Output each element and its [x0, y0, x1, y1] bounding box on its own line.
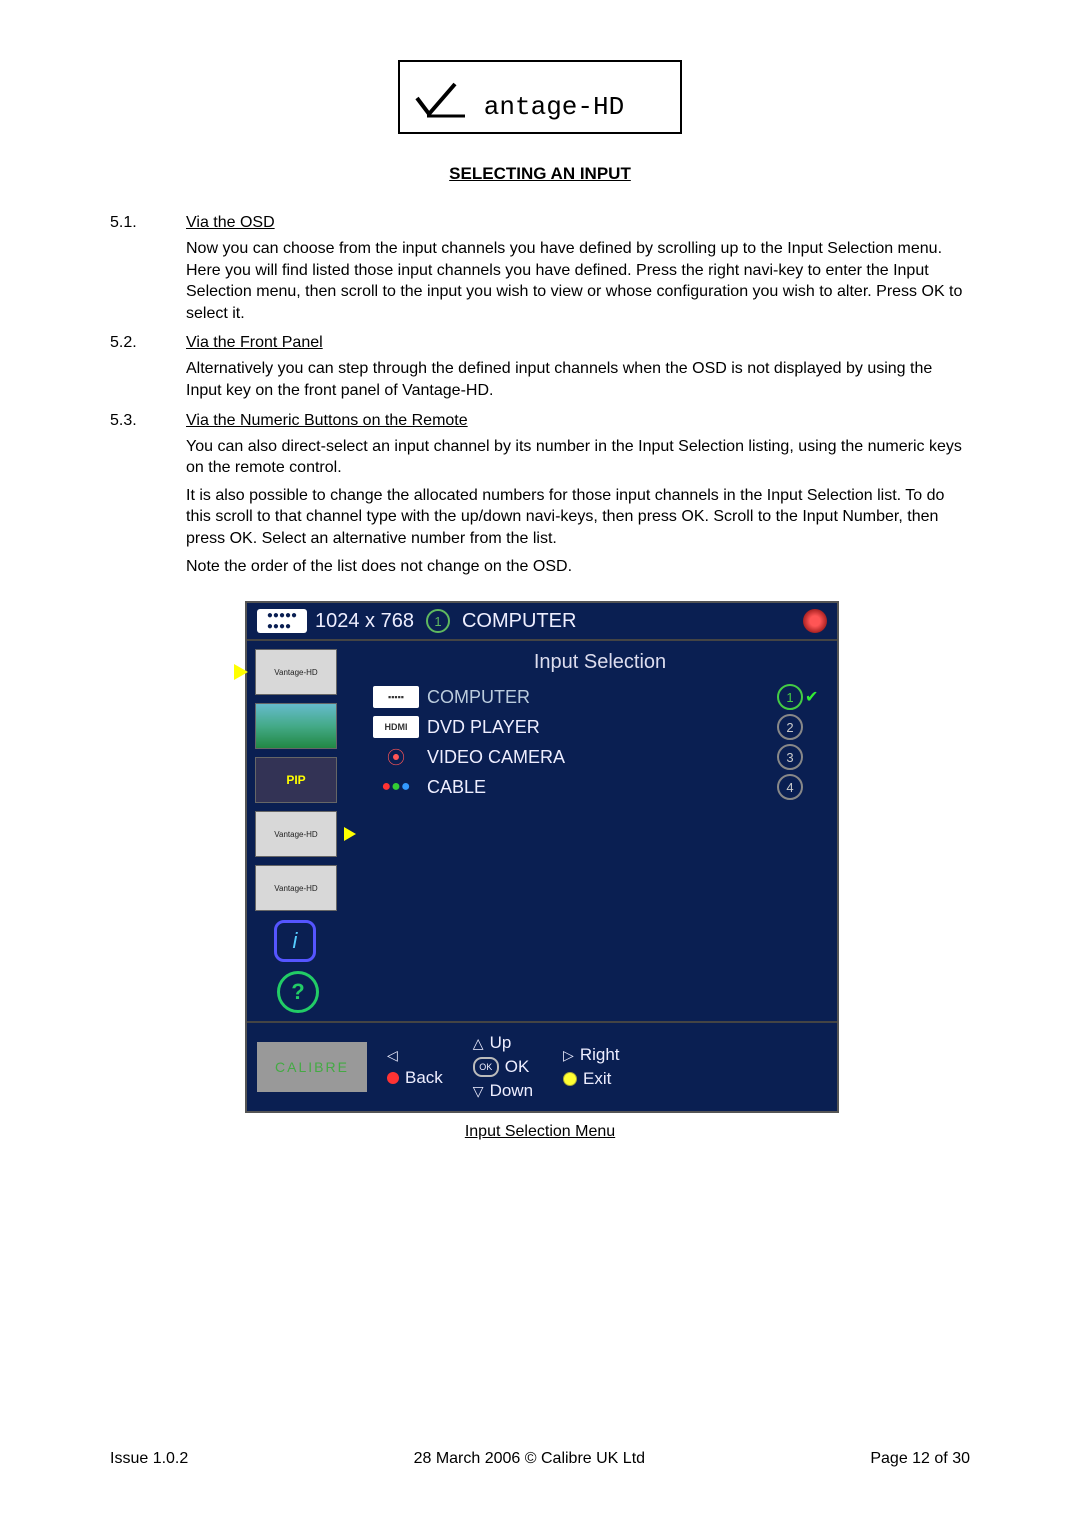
footer-page: Page 12 of 30: [870, 1450, 970, 1468]
nav-right[interactable]: ▷ Right: [563, 1045, 619, 1065]
logo-box: antage-HD: [398, 60, 682, 134]
sidebar-label: Vantage-HD: [274, 668, 317, 677]
sidebar-item-output[interactable]: Vantage-HD: [255, 811, 337, 857]
sidebar-item-info[interactable]: i: [255, 919, 335, 963]
logo-tick-icon: [415, 80, 465, 120]
input-label: VIDEO CAMERA: [427, 747, 565, 768]
osd-footer: CALIBRE ◁ Back △ Up OK OK ▽ Down ▷ Right Exi…: [247, 1021, 837, 1111]
input-item-dvd[interactable]: HDMI DVD PLAYER 2: [373, 712, 827, 742]
osd-screenshot: ●●●●●●●●● 1024 x 768 1 COMPUTER Vantage-…: [245, 601, 835, 1113]
section-51-heading: 5.1. Via the OSD: [110, 214, 970, 232]
nav-up[interactable]: △ Up: [473, 1033, 533, 1053]
sidebar-item-setup[interactable]: Vantage-HD: [255, 865, 337, 911]
section-number: 5.2.: [110, 334, 186, 352]
sidebar-item-help[interactable]: ?: [277, 971, 319, 1013]
cable-icon: ●●●: [373, 776, 419, 798]
ok-icon: OK: [473, 1057, 499, 1077]
logo-text: antage-HD: [484, 92, 624, 122]
paragraph: Now you can choose from the input channe…: [186, 238, 970, 324]
triangle-left-icon: ◁: [387, 1047, 398, 1064]
input-num: 1: [777, 684, 803, 710]
osd-sidebar: Vantage-HD PIP Vantage-HD Vantage-HD i ?: [247, 641, 373, 1021]
sidebar-item-vantage[interactable]: Vantage-HD: [255, 649, 337, 695]
input-list: ▪▪▪▪▪ COMPUTER 1 ✔ HDMI DVD PLAYER 2: [373, 682, 827, 802]
input-item-camera[interactable]: ⦿ VIDEO CAMERA 3: [373, 742, 827, 772]
footer-issue: Issue 1.0.2: [110, 1450, 188, 1468]
nav-center-col: △ Up OK OK ▽ Down: [473, 1033, 533, 1101]
nav-down[interactable]: ▽ Down: [473, 1081, 533, 1101]
osd-header: ●●●●●●●●● 1024 x 768 1 COMPUTER: [247, 603, 837, 641]
label: Up: [490, 1033, 512, 1053]
input-num: 3: [777, 744, 803, 770]
sidebar-label: Vantage-HD: [274, 884, 317, 893]
triangle-up-icon: △: [473, 1035, 484, 1052]
footer-date: 28 March 2006 © Calibre UK Ltd: [414, 1450, 645, 1468]
nav-ok[interactable]: OK OK: [473, 1057, 533, 1077]
input-label: COMPUTER: [427, 687, 530, 708]
osd-main-title: Input Selection: [373, 647, 827, 682]
section-title: Via the Front Panel: [186, 334, 323, 352]
input-num: 4: [777, 774, 803, 800]
page-footer: Issue 1.0.2 28 March 2006 © Calibre UK L…: [110, 1450, 970, 1468]
input-label: CABLE: [427, 777, 486, 798]
nav-exit[interactable]: Exit: [563, 1069, 619, 1089]
sidebar-item-pip[interactable]: PIP: [255, 757, 337, 803]
input-item-computer[interactable]: ▪▪▪▪▪ COMPUTER 1 ✔: [373, 682, 827, 712]
page-title: SELECTING AN INPUT: [110, 164, 970, 184]
brand-logo: CALIBRE: [257, 1042, 367, 1092]
paragraph: You can also direct-select an input chan…: [186, 436, 970, 479]
nav-back-col: ◁ Back: [387, 1047, 443, 1088]
input-label: DVD PLAYER: [427, 717, 540, 738]
input-num: 2: [777, 714, 803, 740]
osd-channel-num: 1: [426, 609, 450, 633]
section-53-heading: 5.3. Via the Numeric Buttons on the Remo…: [110, 412, 970, 430]
sidebar-label: Vantage-HD: [274, 830, 317, 839]
section-52-heading: 5.2. Via the Front Panel: [110, 334, 970, 352]
label: Back: [405, 1068, 443, 1088]
help-icon: ?: [291, 979, 304, 1005]
osd-body: Vantage-HD PIP Vantage-HD Vantage-HD i ?…: [247, 641, 837, 1021]
paragraph: It is also possible to change the alloca…: [186, 485, 970, 550]
triangle-right-icon: ▷: [563, 1047, 574, 1064]
figure-caption: Input Selection Menu: [110, 1123, 970, 1141]
red-dot-icon: [387, 1072, 399, 1084]
triangle-down-icon: ▽: [473, 1083, 484, 1100]
label: OK: [505, 1057, 530, 1077]
paragraph: Alternatively you can step through the d…: [186, 358, 970, 401]
osd-resolution: 1024 x 768: [315, 610, 414, 633]
section-number: 5.3.: [110, 412, 186, 430]
vga-connector-icon: ●●●●●●●●●: [257, 609, 307, 633]
adjust-icon: [803, 609, 827, 633]
section-title: Via the OSD: [186, 214, 275, 232]
label: Right: [580, 1045, 620, 1065]
input-item-cable[interactable]: ●●● CABLE 4: [373, 772, 827, 802]
osd-channel-name: COMPUTER: [462, 610, 576, 633]
nav-right-col: ▷ Right Exit: [563, 1045, 619, 1089]
page: antage-HD SELECTING AN INPUT 5.1. Via th…: [0, 0, 1080, 1528]
camera-icon: ⦿: [373, 746, 419, 768]
nav-back-label: Back: [387, 1068, 443, 1088]
sidebar-label: PIP: [286, 773, 305, 787]
label: Down: [490, 1081, 533, 1101]
label: Exit: [583, 1069, 611, 1089]
vga-icon: ▪▪▪▪▪: [373, 686, 419, 708]
info-icon: i: [274, 920, 316, 962]
section-title: Via the Numeric Buttons on the Remote: [186, 412, 468, 430]
osd-main: Input Selection ▪▪▪▪▪ COMPUTER 1 ✔ HDMI …: [373, 641, 837, 1021]
osd-panel: ●●●●●●●●● 1024 x 768 1 COMPUTER Vantage-…: [245, 601, 839, 1113]
hdmi-icon: HDMI: [373, 716, 419, 738]
check-icon: ✔: [805, 687, 819, 707]
section-number: 5.1.: [110, 214, 186, 232]
sidebar-item-picture[interactable]: [255, 703, 337, 749]
paragraph: Note the order of the list does not chan…: [186, 556, 970, 578]
yellow-dot-icon: [563, 1072, 577, 1086]
nav-back[interactable]: ◁: [387, 1047, 443, 1064]
